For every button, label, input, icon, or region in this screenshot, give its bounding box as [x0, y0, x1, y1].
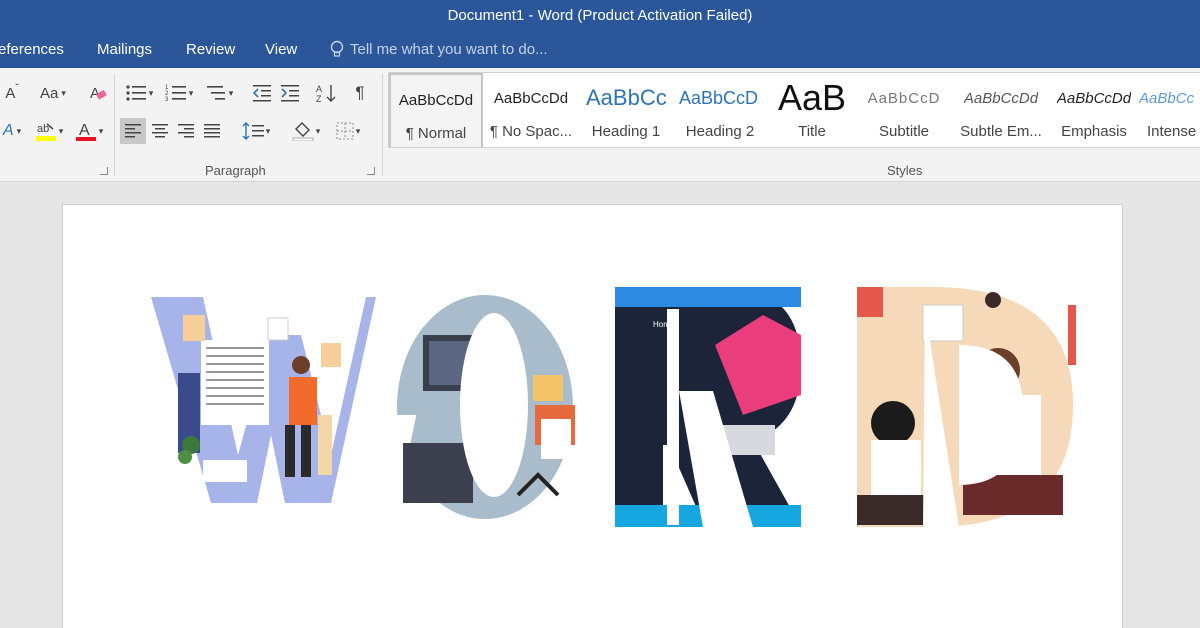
pilcrow-icon: ¶: [355, 83, 365, 102]
align-left-button[interactable]: [120, 118, 146, 144]
style-heading-1[interactable]: AaBbCc Heading 1: [579, 73, 673, 147]
change-case-button[interactable]: Aa ▾: [34, 80, 72, 106]
change-case-label: Aa: [40, 84, 59, 102]
borders-icon: [336, 122, 354, 140]
align-center-icon: [152, 124, 168, 138]
text-effects-icon: A: [2, 122, 14, 139]
style-name: Title: [798, 123, 826, 140]
lightbulb-icon: [330, 40, 344, 57]
align-right-button[interactable]: [174, 118, 198, 144]
clear-formatting-icon: A: [90, 85, 107, 102]
clear-formatting-button[interactable]: A: [86, 80, 110, 106]
text-effects-button[interactable]: A ▾: [0, 118, 24, 144]
style-name: Emphasis: [1061, 123, 1127, 140]
sort-button[interactable]: A Z: [314, 80, 338, 106]
ribbon: Aˇ Aa ▾ A A ▾ ab ▾ A ▾ ▾ 1 2 3 ▾ ▾ A Z ¶…: [0, 68, 1200, 182]
style-heading-2[interactable]: AaBbCcD Heading 2: [673, 73, 767, 147]
styles-group-label: Styles: [887, 163, 923, 178]
style-no-spacing[interactable]: AaBbCcDd ¶ No Spac...: [483, 73, 579, 147]
mock-website-text: Home: [653, 320, 675, 329]
style-name: Heading 2: [685, 123, 755, 140]
style-sample: AaBbCcDd: [963, 89, 1039, 107]
style-subtle-emphasis[interactable]: AaBbCcDd Subtle Em...: [951, 73, 1051, 147]
align-center-button[interactable]: [148, 118, 172, 144]
show-formatting-marks-button[interactable]: ¶: [348, 80, 372, 106]
style-title[interactable]: AaB Title: [767, 73, 857, 147]
tab-mailings[interactable]: Mailings: [97, 41, 152, 58]
style-sample: AaBbCcD: [679, 87, 759, 108]
title-bar: Document1 - Word (Product Activation Fai…: [0, 0, 1200, 30]
style-name: Intense: [1147, 123, 1197, 140]
style-intense-emphasis[interactable]: AaBbCc Intense: [1139, 73, 1200, 147]
line-spacing-icon: [242, 122, 264, 140]
multilevel-list-icon: [206, 86, 225, 100]
ribbon-tabs: eferences Mailings Review View Tell me w…: [0, 30, 1200, 68]
letter-w-illustration: [151, 297, 376, 503]
font-color-button[interactable]: A ▾: [70, 118, 108, 144]
svg-text:Z: Z: [316, 94, 322, 103]
increase-indent-button[interactable]: [278, 80, 302, 106]
decrease-indent-icon: [252, 85, 271, 102]
document-area[interactable]: Home: [0, 182, 1200, 628]
multilevel-list-button[interactable]: ▾: [200, 80, 238, 106]
style-normal[interactable]: AaBbCcDd ¶ Normal: [389, 73, 483, 147]
shrink-font-label: A: [5, 84, 16, 102]
tell-me-placeholder: Tell me what you want to do...: [350, 40, 548, 58]
style-sample: AaBbCcDd: [1056, 89, 1132, 107]
bullets-icon: [126, 85, 146, 101]
font-dialog-launcher[interactable]: [100, 167, 108, 175]
style-subtitle[interactable]: AaBbCcD Subtitle: [857, 73, 951, 147]
style-name: ¶ No Spac...: [489, 123, 573, 140]
style-sample: AaBbCcDd: [493, 89, 569, 107]
font-color-icon: A: [75, 122, 96, 141]
borders-button[interactable]: ▾: [328, 118, 368, 144]
line-spacing-button[interactable]: ▾: [236, 118, 276, 144]
style-sample: AaBbCcD: [867, 89, 941, 107]
letter-r-illustration: Home: [615, 287, 801, 527]
align-left-icon: [125, 124, 141, 138]
highlight-color-button[interactable]: ab ▾: [30, 118, 68, 144]
style-name: Subtle Em...: [960, 123, 1042, 140]
group-separator: [114, 74, 115, 176]
word-art-illustration: Home: [151, 287, 1076, 527]
increase-indent-icon: [281, 85, 299, 102]
style-name: Heading 1: [591, 123, 661, 140]
paint-bucket-icon: [292, 122, 314, 141]
tab-view[interactable]: View: [265, 41, 297, 58]
svg-text:A: A: [316, 84, 322, 94]
tab-review[interactable]: Review: [186, 41, 235, 58]
styles-gallery: AaBbCcDd ¶ Normal AaBbCcDd ¶ No Spac... …: [388, 72, 1200, 148]
group-separator: [382, 74, 383, 176]
paragraph-group-label: Paragraph: [205, 163, 266, 178]
tell-me-box[interactable]: Tell me what you want to do...: [330, 40, 548, 58]
style-name: ¶ Normal: [405, 125, 467, 142]
shading-button[interactable]: ▾: [286, 118, 326, 144]
paragraph-dialog-launcher[interactable]: [367, 167, 375, 175]
letter-o-illustration: [347, 295, 575, 519]
sort-icon: A Z: [316, 84, 336, 103]
numbering-icon: 1 2 3: [165, 85, 186, 102]
highlight-icon: ab: [35, 123, 56, 141]
justify-button[interactable]: [200, 118, 224, 144]
letter-d-illustration: [857, 287, 1076, 527]
window-title: Document1 - Word (Product Activation Fai…: [447, 6, 753, 24]
tab-references[interactable]: eferences: [0, 41, 64, 58]
style-sample: AaB: [777, 77, 847, 118]
document-page[interactable]: Home: [62, 204, 1123, 628]
svg-text:A: A: [79, 122, 90, 139]
style-sample: AaBbCc: [1139, 89, 1195, 107]
numbering-button[interactable]: 1 2 3 ▾: [160, 80, 198, 106]
align-right-icon: [178, 124, 194, 138]
justify-icon: [204, 124, 220, 138]
style-emphasis[interactable]: AaBbCcDd Emphasis: [1051, 73, 1137, 147]
style-sample: AaBbCcDd: [398, 91, 474, 109]
style-sample: AaBbCc: [586, 85, 666, 110]
style-name: Subtitle: [878, 123, 930, 140]
svg-text:3: 3: [165, 97, 169, 102]
decrease-indent-button[interactable]: [250, 80, 274, 106]
shrink-font-button[interactable]: Aˇ: [2, 80, 22, 106]
bullets-button[interactable]: ▾: [120, 80, 158, 106]
